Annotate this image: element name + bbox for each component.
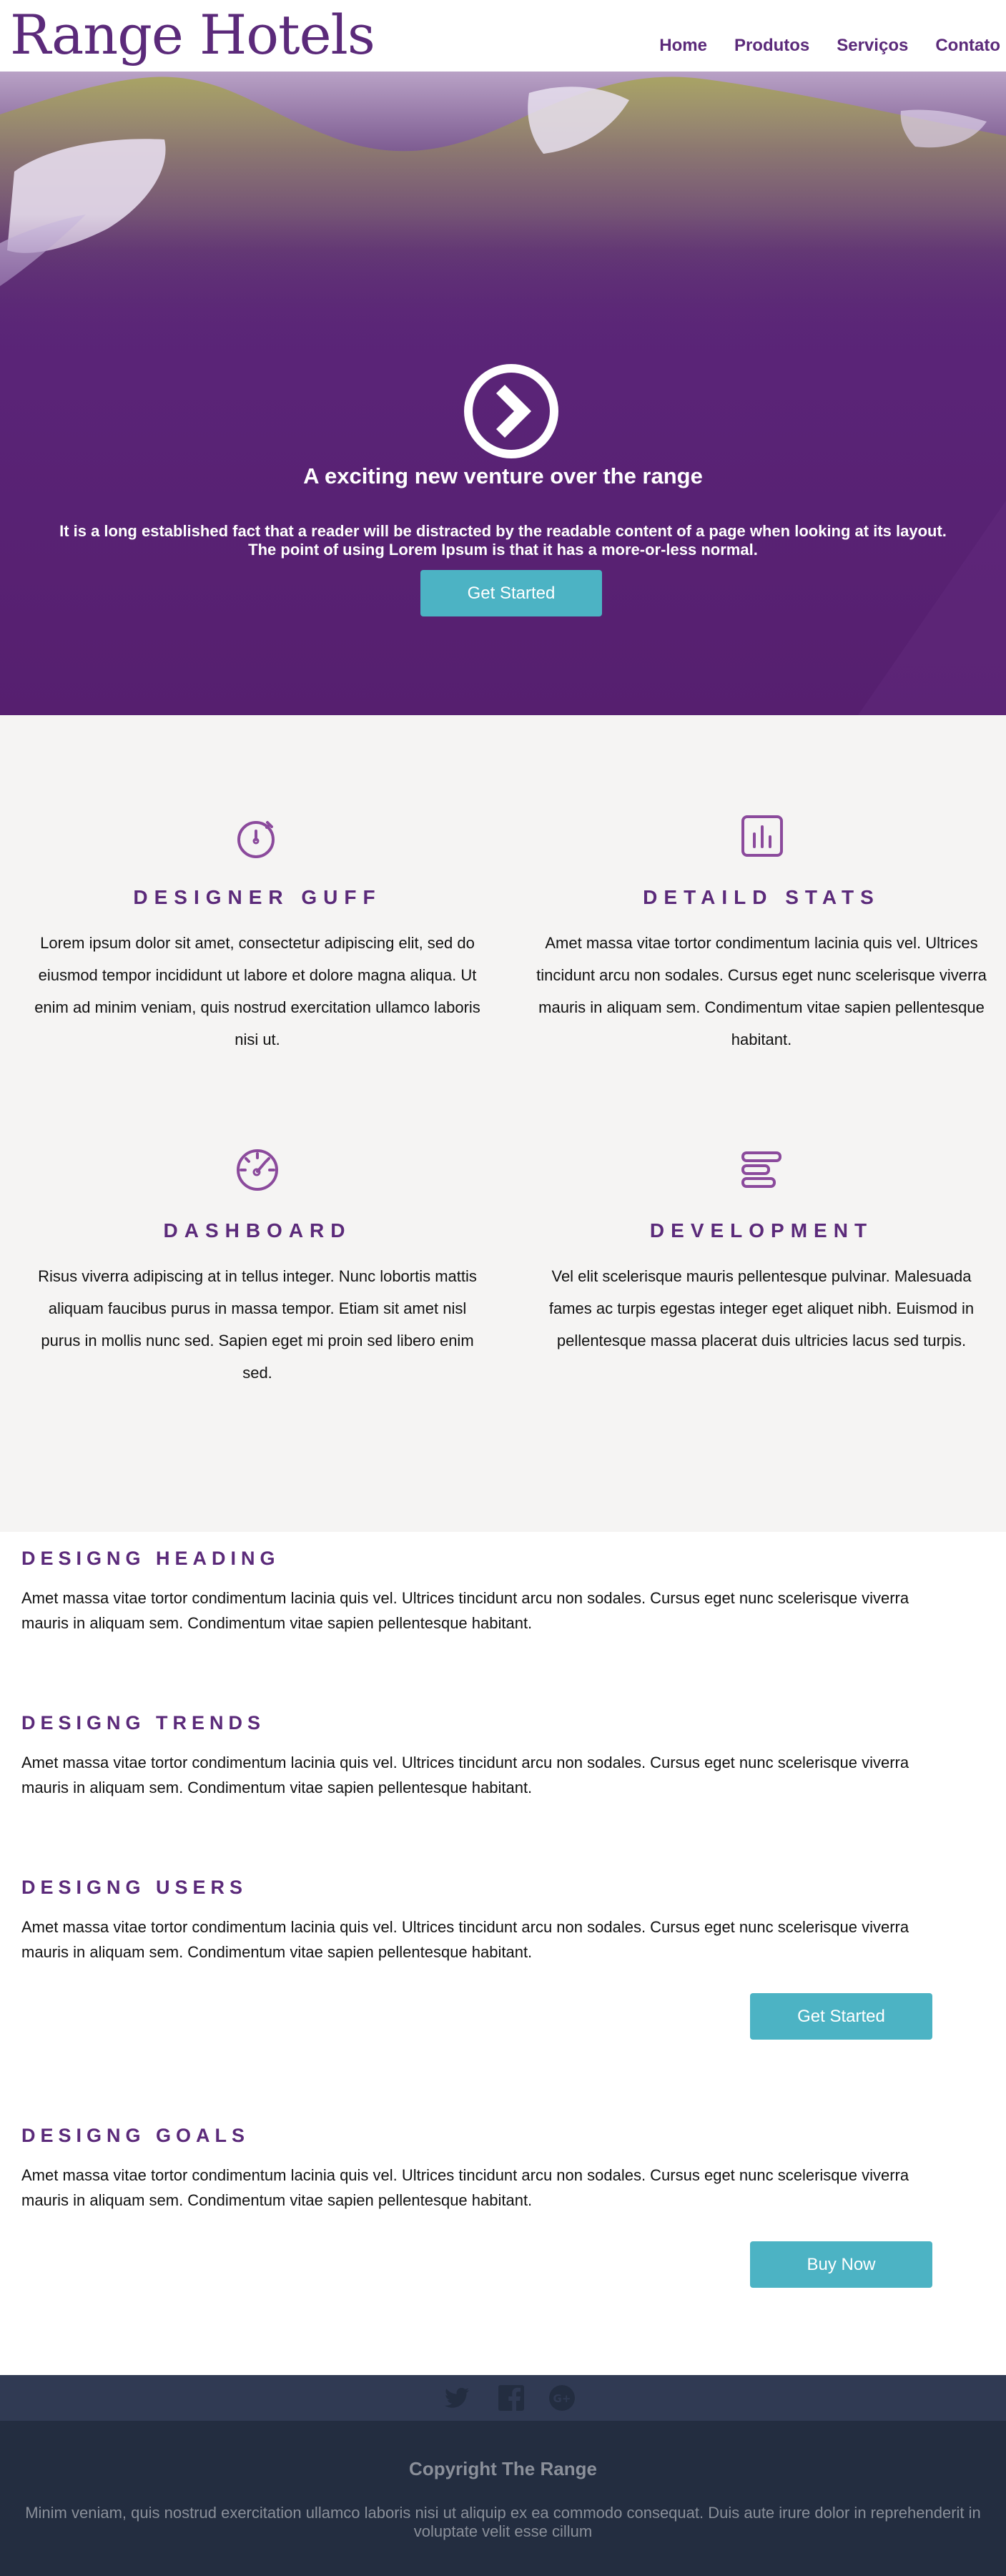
feature-text: Risus viverra adipiscing at in tellus in… bbox=[38, 1267, 477, 1382]
nav-contato[interactable]: Contato bbox=[935, 36, 1000, 56]
feature-title: DEVELOPMENT bbox=[649, 1219, 874, 1242]
block-text: Amet massa vitae tortor condimentum laci… bbox=[21, 1918, 909, 1961]
block-title: DESIGNG GOALS bbox=[21, 2125, 250, 2146]
hero-title: A exciting new venture over the range bbox=[303, 463, 703, 488]
main-nav: Home Produtos Serviços Contato bbox=[659, 36, 1006, 56]
feature-title: DETAILD STATS bbox=[643, 886, 880, 908]
svg-text:G+: G+ bbox=[553, 2392, 571, 2405]
copyright-text: Copyright The Range bbox=[409, 2458, 597, 2479]
nav-servicos[interactable]: Serviços bbox=[837, 36, 908, 56]
get-started-button-secondary[interactable]: Get Started bbox=[750, 1993, 932, 2040]
block-text: Amet massa vitae tortor condimentum laci… bbox=[21, 2166, 909, 2209]
hero-section: A exciting new venture over the range It… bbox=[0, 72, 1006, 715]
menu-bars-icon bbox=[741, 1151, 781, 1188]
feature-text: Amet massa vitae tortor condimentum laci… bbox=[536, 934, 987, 1048]
buy-now-button[interactable]: Buy Now bbox=[750, 2241, 932, 2288]
chevron-right-circle-icon bbox=[464, 364, 558, 458]
feature-text: Vel elit scelerisque mauris pellentesque… bbox=[548, 1267, 975, 1350]
get-started-button[interactable]: Get Started bbox=[420, 570, 602, 616]
content-block-heading: DESIGNG HEADING Amet massa vitae tortor … bbox=[21, 1548, 980, 1636]
features-section: DESIGNER GUFF Lorem ipsum dolor sit amet… bbox=[0, 715, 1006, 1532]
site-footer: Copyright The Range Minim veniam, quis n… bbox=[0, 2421, 1006, 2576]
site-header: Range Hotels Home Produtos Serviços Cont… bbox=[0, 0, 1006, 72]
google-plus-icon[interactable]: G+ bbox=[548, 2384, 576, 2412]
feature-title: DASHBOARD bbox=[163, 1219, 352, 1242]
feature-detaild-stats: DETAILD STATS Amet massa vitae tortor co… bbox=[511, 814, 1006, 1056]
content-block-trends: DESIGNG TRENDS Amet massa vitae tortor c… bbox=[21, 1712, 980, 1800]
content-block-goals: DESIGNG GOALS Amet massa vitae tortor co… bbox=[21, 2125, 980, 2213]
block-title: DESIGNG HEADING bbox=[21, 1548, 280, 1569]
feature-development: DEVELOPMENT Vel elit scelerisque mauris … bbox=[511, 1147, 1006, 1357]
speedometer-icon bbox=[237, 1149, 278, 1191]
footer-text: Minim veniam, quis nostrud exercitation … bbox=[25, 2504, 981, 2540]
facebook-icon[interactable] bbox=[497, 2384, 526, 2412]
bar-chart-icon bbox=[741, 815, 783, 857]
feature-text: Lorem ipsum dolor sit amet, consectetur … bbox=[34, 934, 480, 1048]
site-logo[interactable]: Range Hotels bbox=[10, 3, 375, 67]
block-title: DESIGNG USERS bbox=[21, 1877, 248, 1898]
feature-dashboard: DASHBOARD Risus viverra adipiscing at in… bbox=[7, 1147, 508, 1389]
feature-title: DESIGNER GUFF bbox=[133, 886, 382, 908]
block-text: Amet massa vitae tortor condimentum laci… bbox=[21, 1754, 909, 1796]
social-bar: G+ bbox=[0, 2375, 1006, 2421]
nav-home[interactable]: Home bbox=[659, 36, 707, 56]
feature-designer-guff: DESIGNER GUFF Lorem ipsum dolor sit amet… bbox=[7, 814, 508, 1056]
content-block-users: DESIGNG USERS Amet massa vitae tortor co… bbox=[21, 1877, 980, 1965]
block-text: Amet massa vitae tortor condimentum laci… bbox=[21, 1589, 909, 1632]
hero-description: It is a long established fact that a rea… bbox=[59, 522, 947, 559]
twitter-icon[interactable] bbox=[443, 2384, 472, 2412]
stopwatch-icon bbox=[237, 821, 275, 858]
nav-produtos[interactable]: Produtos bbox=[734, 36, 809, 56]
block-title: DESIGNG TRENDS bbox=[21, 1712, 266, 1734]
